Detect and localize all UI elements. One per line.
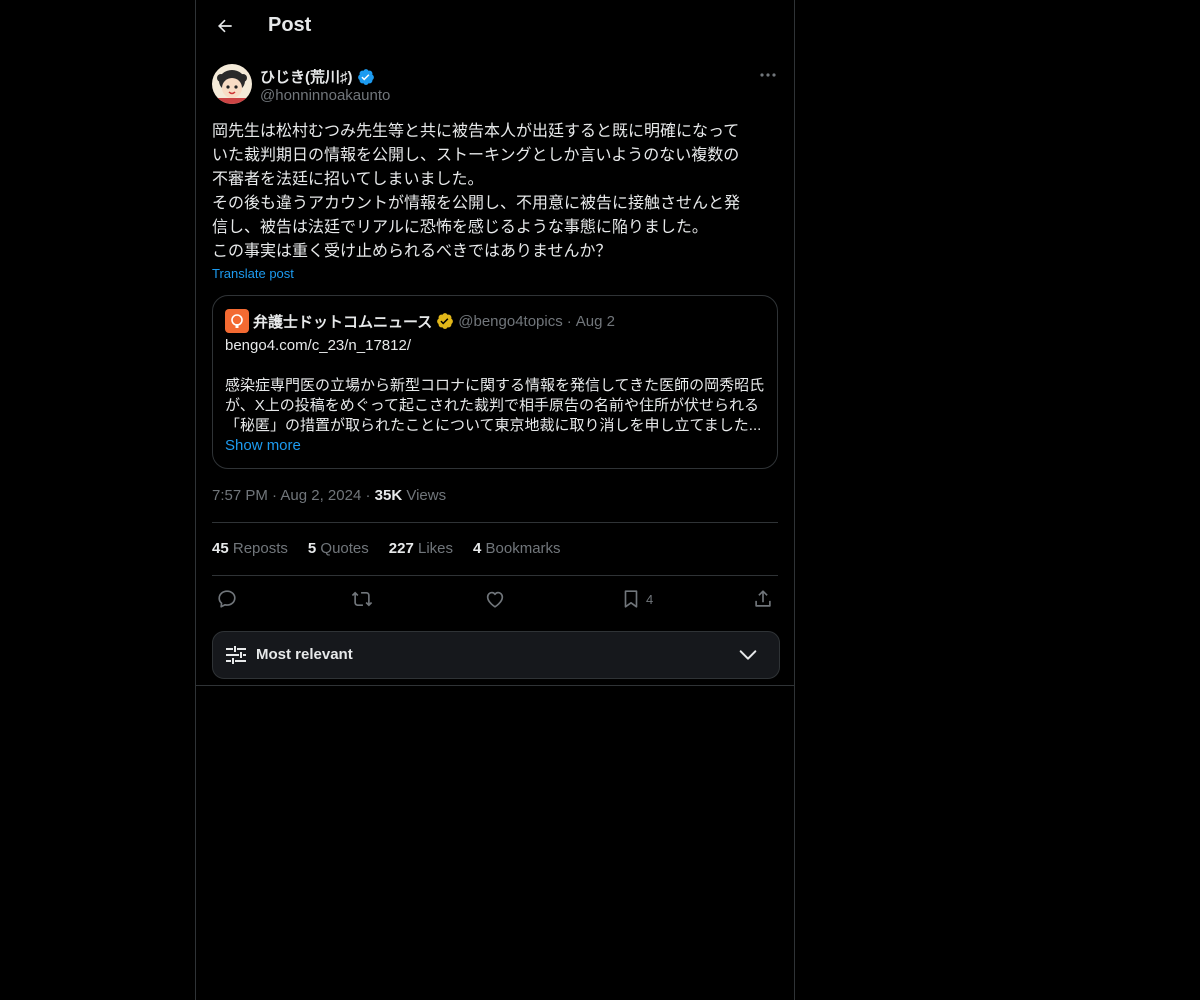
quoted-post-date: Aug 2 (575, 312, 615, 330)
like-button[interactable] (484, 587, 506, 611)
bookmark-icon (624, 590, 638, 608)
more-options-button[interactable] (756, 66, 780, 84)
divider (212, 522, 778, 523)
quoted-line: が、X上の投稿をめぐって起こされた裁判で相手原告の名前や住所が伏せられる (225, 397, 759, 414)
quotes-stat[interactable]: 5 Quotes (308, 540, 369, 557)
tweet-line: その後も違うアカウントが情報を公開し、不用意に被告に接触させんと発 (212, 195, 741, 212)
views-label: Views (406, 487, 447, 504)
post-time[interactable]: 7:57 PM (212, 487, 268, 504)
author-handle[interactable]: @honninnoakaunto (260, 87, 390, 104)
page-title: Post (268, 14, 312, 36)
meta-separator: · (272, 487, 278, 504)
meta-separator: · (566, 312, 572, 330)
quoted-author-handle: @bengo4topics (458, 312, 563, 330)
quoted-post-card[interactable]: 弁護士ドットコムニュース @bengo4topics · Aug 2 bengo… (212, 295, 778, 469)
verified-badge-icon (357, 68, 374, 85)
quoted-post-body: 感染症専門医の立場から新型コロナに関する情報を発信してきた医師の岡秀昭氏 が、X… (225, 376, 765, 436)
filter-sliders-icon (226, 646, 246, 664)
tweet-text: 岡先生は松村むつみ先生等と共に被告本人が出廷すると既に明確になって いた裁判期日… (212, 120, 778, 264)
share-button[interactable] (752, 587, 774, 611)
views-count: 35K (374, 487, 403, 504)
repost-button[interactable] (350, 587, 374, 611)
post-date[interactable]: Aug 2, 2024 (280, 487, 361, 504)
sort-label: Most relevant (256, 646, 353, 663)
main-column: Post ひじき(荒川♯) @honninnoakaunto 岡先生は松村むつみ… (195, 0, 795, 1000)
heart-icon (486, 591, 504, 608)
avatar[interactable] (212, 64, 252, 104)
back-button[interactable] (212, 13, 238, 39)
arrow-left-icon (218, 19, 232, 33)
bookmarks-stat[interactable]: 4 Bookmarks (473, 540, 561, 557)
gold-verified-badge-icon (437, 313, 454, 329)
author-name-text: ひじき(荒川♯) (260, 69, 353, 86)
more-horizontal-icon (760, 73, 776, 77)
reposts-stat[interactable]: 45 Reposts (212, 540, 288, 557)
quoted-author-name: 弁護士ドットコムニュース (253, 313, 433, 331)
tweet-line: 信し、被告は法廷でリアルに恐怖を感じるような事態に陥りました。 (212, 219, 708, 236)
quoted-url[interactable]: bengo4.com/c_23/n_17812/ (225, 337, 411, 354)
tweet-line: この事実は重く受け止められるべきではありませんか？ (212, 243, 612, 260)
tweet-line: 岡先生は松村むつみ先生等と共に被告本人が出廷すると既に明確になって (212, 123, 740, 140)
divider (212, 575, 778, 576)
engagement-stats: 45 Reposts 5 Quotes 227 Likes 4 Bookmark… (212, 540, 561, 557)
share-icon (755, 590, 771, 607)
reply-sort-dropdown[interactable]: Most relevant (212, 631, 780, 679)
quoted-line: 感染症専門医の立場から新型コロナに関する情報を発信してきた医師の岡秀昭氏 (225, 377, 765, 394)
bookmark-count: 4 (646, 591, 654, 607)
post-timestamp: 7:57 PM · Aug 2, 2024 · 35K Views (212, 487, 446, 504)
quoted-line: 「秘匿」の措置が取られたことについて東京地裁に取り消しを申し立てました... (225, 417, 762, 434)
post-header: Post (196, 0, 794, 53)
repost-icon (351, 591, 373, 607)
translate-post-link[interactable]: Translate post (212, 266, 294, 281)
bengo4-logo-icon (225, 309, 249, 333)
reply-icon (218, 590, 236, 608)
divider (196, 685, 794, 686)
show-more-link[interactable]: Show more (225, 437, 301, 454)
chevron-down-icon (739, 650, 757, 660)
meta-separator: · (365, 487, 371, 504)
likes-stat[interactable]: 227 Likes (389, 540, 453, 557)
author-name[interactable]: ひじき(荒川♯) (260, 66, 375, 87)
reply-button[interactable] (216, 587, 238, 611)
tweet-line: いた裁判期日の情報を公開し、ストーキングとしか言いようのない複数の (212, 147, 740, 164)
tweet-line: 不審者を法廷に招いてしまいました。 (212, 171, 484, 188)
bookmark-button[interactable]: 4 (620, 587, 653, 611)
quoted-post-header: 弁護士ドットコムニュース @bengo4topics · Aug 2 (225, 309, 615, 333)
